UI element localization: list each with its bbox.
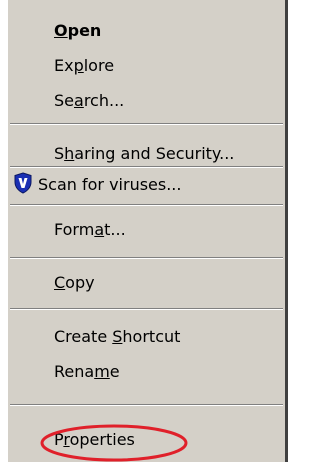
menu-item-sharing-label-post: aring and Security... [74, 144, 235, 163]
menu-item-sharing-accel: h [64, 144, 75, 163]
menu-item-create-shortcut[interactable]: Create Shortcut [54, 322, 180, 352]
menu-item-explore-label-pre: Ex [54, 56, 74, 75]
menu-item-copy-accel: C [54, 273, 66, 292]
menu-item-format-accel: a [94, 220, 105, 239]
menu-item-search-label-post: rch... [83, 91, 125, 110]
menu-item-explore-label-post: lore [83, 56, 115, 75]
context-menu: Open Explore Search... Sharing and Secur… [6, 0, 288, 462]
menu-item-open-accel: O [54, 21, 68, 40]
menu-item-sharing-security[interactable]: Sharing and Security... [54, 139, 234, 169]
menu-item-shortcut-accel: S [112, 327, 123, 346]
menu-separator [10, 166, 283, 168]
menu-item-properties-label-pre: P [54, 430, 64, 449]
menu-item-shortcut-label-pre: Create [54, 327, 113, 346]
menu-item-explore[interactable]: Explore [54, 51, 114, 81]
menu-item-scan-viruses[interactable]: Scan for viruses... [38, 170, 181, 200]
menu-separator [10, 204, 283, 206]
menu-separator [10, 404, 283, 406]
menu-item-shortcut-label-post: hortcut [122, 327, 181, 346]
menu-item-open[interactable]: Open [54, 16, 101, 46]
shield-icon [14, 172, 32, 194]
menu-item-search[interactable]: Search... [54, 86, 124, 116]
menu-separator [10, 123, 283, 125]
menu-separator [10, 308, 283, 310]
menu-item-properties-label-post: operties [69, 430, 135, 449]
menu-item-rename-label-post: e [109, 362, 120, 381]
menu-item-format-label-pre: Form [54, 220, 95, 239]
menu-item-rename-label-pre: Rena [54, 362, 95, 381]
menu-separator [10, 257, 283, 259]
menu-item-properties[interactable]: Properties [54, 425, 135, 455]
menu-item-scan-label: Scan for viruses... [38, 175, 182, 194]
menu-item-sharing-label-pre: S [54, 144, 65, 163]
menu-item-format-label-post: t... [104, 220, 126, 239]
menu-item-explore-accel: p [73, 56, 84, 75]
menu-item-open-label-post: pen [67, 21, 102, 40]
menu-item-search-accel: a [74, 91, 84, 110]
menu-item-copy[interactable]: Copy [54, 268, 95, 298]
menu-item-rename-accel: m [94, 362, 110, 381]
menu-item-rename[interactable]: Rename [54, 357, 120, 387]
menu-item-format[interactable]: Format... [54, 215, 126, 245]
menu-item-copy-label-post: opy [65, 273, 95, 292]
menu-item-search-label-pre: Se [54, 91, 74, 110]
